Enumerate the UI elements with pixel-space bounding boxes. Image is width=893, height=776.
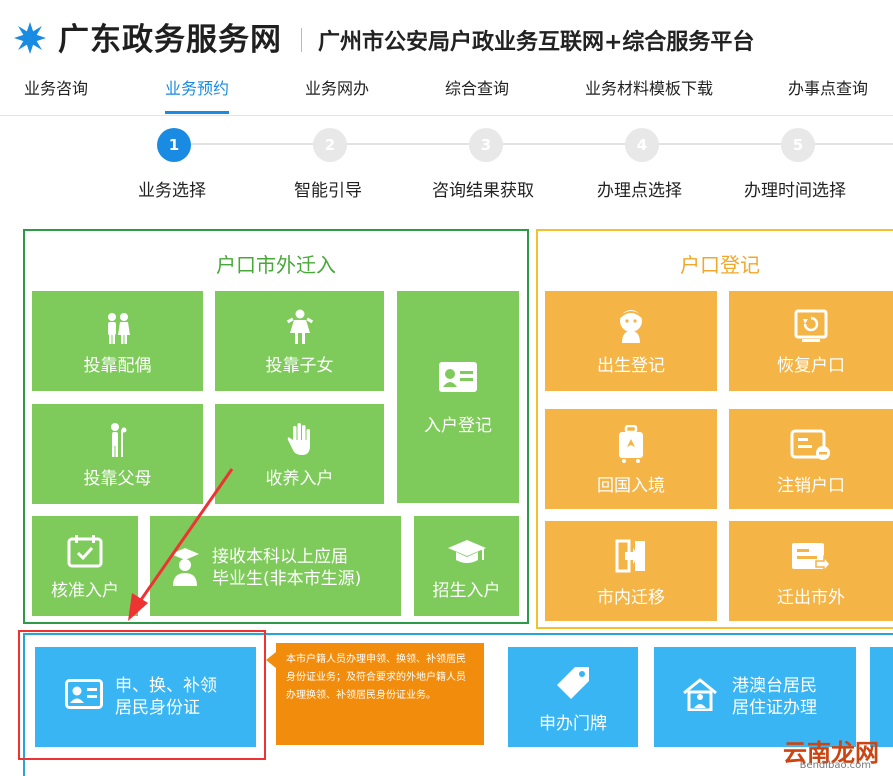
nav-item-office[interactable]: 办事点查询 bbox=[788, 78, 868, 114]
nav-item-online[interactable]: 业务网办 bbox=[305, 78, 369, 114]
move-icon bbox=[615, 539, 645, 573]
house-person-icon bbox=[683, 678, 717, 711]
tile-cancel[interactable]: 注销户口 bbox=[729, 409, 893, 509]
nav-item-templates[interactable]: 业务材料模板下载 bbox=[585, 78, 713, 114]
tag-icon bbox=[557, 667, 589, 699]
page: 广东政务服务网 广州市公安局户政业务互联网+综合服务平台 业务咨询 业务预约 业… bbox=[0, 0, 893, 776]
mortarboard-icon bbox=[447, 540, 486, 563]
move-out-icon bbox=[792, 543, 831, 573]
tile-cancel-label: 注销户口 bbox=[777, 476, 845, 496]
nav-item-appointment[interactable]: 业务预约 bbox=[165, 78, 230, 114]
tile-city-move-label: 市内迁移 bbox=[597, 588, 665, 608]
tile-residence-permit-label-line1: 港澳台居民 bbox=[732, 676, 817, 696]
tile-return-entry[interactable]: 回国入境 bbox=[545, 409, 717, 509]
tile-restore-label: 恢复户口 bbox=[777, 356, 845, 376]
tile-partial[interactable] bbox=[870, 647, 893, 747]
tile-birth[interactable]: 出生登记 bbox=[545, 291, 717, 391]
header-divider bbox=[301, 28, 302, 52]
tile-house-number-label: 申办门牌 bbox=[539, 714, 607, 734]
id-card-icon bbox=[439, 362, 477, 392]
step-3-dot: 3 bbox=[469, 128, 503, 162]
nav-item-consult[interactable]: 业务咨询 bbox=[24, 78, 88, 114]
children-icon bbox=[286, 309, 313, 344]
tooltip: 本市户籍人员办理申领、换领、补领居民身份证业务；及符合要求的外地户籍人员办理换领… bbox=[276, 643, 484, 745]
tile-spouse[interactable]: 投靠配偶 bbox=[32, 291, 203, 391]
step-5-label: 办理时间选择 bbox=[744, 181, 846, 201]
nav-item-query[interactable]: 综合查询 bbox=[445, 78, 509, 114]
tile-enrollment-label: 招生入户 bbox=[432, 581, 501, 601]
restore-icon bbox=[794, 309, 828, 342]
step-4-dot: 4 bbox=[625, 128, 659, 162]
header: 广东政务服务网 广州市公安局户政业务互联网+综合服务平台 bbox=[0, 0, 893, 72]
site-name[interactable]: 广东政务服务网 bbox=[58, 14, 282, 59]
tile-adoption[interactable]: 收养入户 bbox=[215, 404, 384, 504]
tile-move-out[interactable]: 迁出市外 bbox=[729, 521, 893, 621]
calendar-check-icon bbox=[67, 535, 103, 568]
cancel-card-icon bbox=[790, 429, 830, 460]
step-2-dot: 2 bbox=[313, 128, 347, 162]
tile-adoption-label: 收养入户 bbox=[265, 469, 334, 489]
tile-enrollment[interactable]: 招生入户 bbox=[414, 516, 519, 616]
step-3-label: 咨询结果获取 bbox=[432, 181, 534, 201]
tile-house-number[interactable]: 申办门牌 bbox=[508, 647, 638, 747]
main-nav: 业务咨询 业务预约 业务网办 综合查询 业务材料模板下载 办事点查询 bbox=[0, 72, 893, 116]
tile-children[interactable]: 投靠子女 bbox=[215, 291, 384, 391]
luggage-icon bbox=[619, 425, 643, 463]
annotation-arrow-icon bbox=[128, 468, 234, 621]
hand-icon bbox=[287, 423, 310, 455]
panel-external-migration-title: 户口市外迁入 bbox=[216, 253, 336, 277]
step-5-dot: 5 bbox=[781, 128, 815, 162]
watermark-sub: Bendibao.com bbox=[799, 760, 871, 771]
platform-title: 广州市公安局户政业务互联网+综合服务平台 bbox=[318, 30, 755, 55]
couple-icon bbox=[107, 313, 130, 344]
step-2-label: 智能引导 bbox=[294, 181, 362, 201]
parent-icon bbox=[110, 423, 126, 457]
tile-restore[interactable]: 恢复户口 bbox=[729, 291, 893, 391]
tile-move-out-label: 迁出市外 bbox=[777, 588, 845, 608]
tile-registration[interactable]: 入户登记 bbox=[397, 291, 519, 503]
tile-residence-permit[interactable]: 港澳台居民 居住证办理 bbox=[654, 647, 856, 747]
step-1-label: 业务选择 bbox=[138, 181, 206, 201]
tile-return-entry-label: 回国入境 bbox=[597, 476, 665, 496]
step-1-dot: 1 bbox=[157, 128, 191, 162]
tile-residence-permit-label-line2: 居住证办理 bbox=[732, 698, 817, 718]
step-4-label: 办理点选择 bbox=[597, 181, 682, 201]
tile-spouse-label: 投靠配偶 bbox=[83, 356, 152, 376]
tile-registration-label: 入户登记 bbox=[424, 416, 492, 436]
tile-city-move[interactable]: 市内迁移 bbox=[545, 521, 717, 621]
logo-icon bbox=[14, 22, 46, 54]
annotation-box bbox=[18, 630, 266, 760]
tile-birth-label: 出生登记 bbox=[597, 356, 665, 376]
panel-household-registration-title: 户口登记 bbox=[680, 253, 760, 277]
baby-icon bbox=[619, 310, 643, 343]
tooltip-arrow bbox=[266, 652, 276, 668]
tile-children-label: 投靠子女 bbox=[265, 356, 334, 376]
